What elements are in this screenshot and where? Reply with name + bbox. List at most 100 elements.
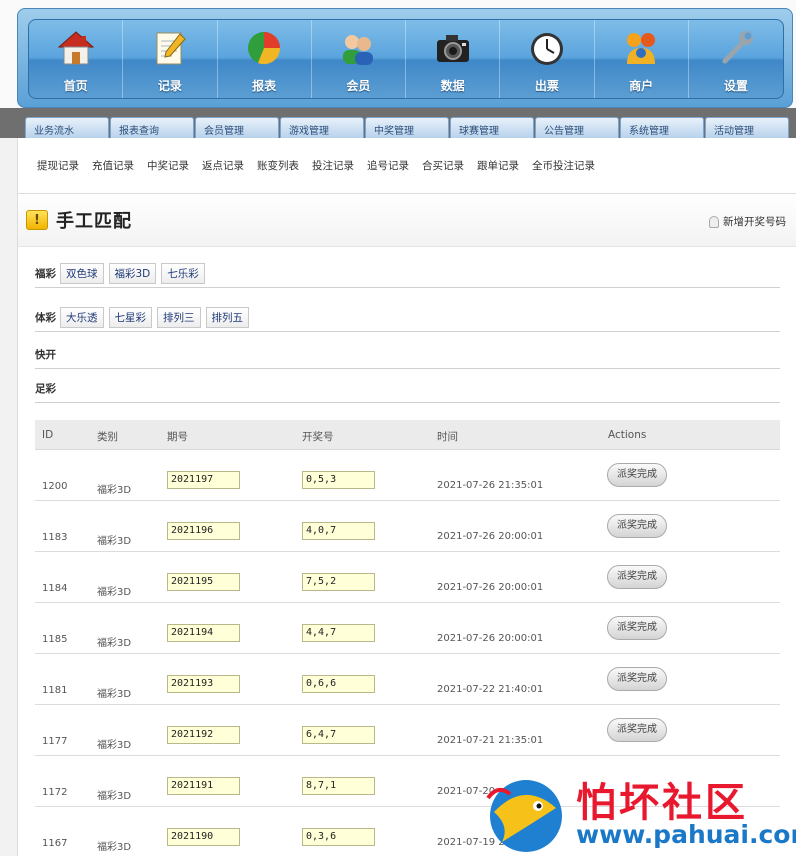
notepad-pencil-icon <box>156 32 186 65</box>
cell-time: 2021-07-26 20:00:01 <box>437 582 544 593</box>
subnav-winning-records[interactable]: 中奖记录 <box>147 158 189 173</box>
nav-item-settings[interactable]: 设置 <box>689 20 783 98</box>
draw-number-input[interactable]: 0,5,3 <box>302 471 375 489</box>
draw-number-input[interactable]: 6,4,7 <box>302 726 375 744</box>
draw-number-input[interactable]: 0,3,6 <box>302 828 375 846</box>
subnav-bet-records[interactable]: 投注记录 <box>312 158 354 173</box>
chip-fucai3d[interactable]: 福彩3D <box>108 262 157 284</box>
issue-input[interactable]: 2021194 <box>167 624 240 642</box>
sub-navigation: 提现记录 充值记录 中奖记录 返点记录 账变列表 投注记录 追号记录 合买记录 … <box>18 138 796 194</box>
draw-number-input[interactable]: 8,7,1 <box>302 777 375 795</box>
chip-daletou[interactable]: 大乐透 <box>60 306 104 328</box>
main-nav-bar: 首页 记录 报表 会员 数据 出票 商户 设置 <box>28 19 784 99</box>
payout-complete-button[interactable]: 派奖完成 <box>607 718 667 742</box>
nav-label-tickets: 出票 <box>534 79 559 93</box>
cell-id: 1181 <box>42 685 68 696</box>
issue-input[interactable]: 2021197 <box>167 471 240 489</box>
payout-complete-button[interactable]: 派奖完成 <box>607 565 667 589</box>
add-draw-number-label: 新增开奖号码 <box>723 216 786 228</box>
nav-item-records[interactable]: 记录 <box>123 20 218 98</box>
payout-complete-button[interactable]: 派奖完成 <box>607 667 667 691</box>
nav-label-records: 记录 <box>157 79 182 93</box>
exclamation-icon: ! <box>26 210 48 230</box>
cell-id: 1183 <box>42 532 68 543</box>
tab-prize-management[interactable]: 中奖管理 <box>365 117 449 138</box>
issue-input[interactable]: 2021196 <box>167 522 240 540</box>
subnav-withdrawal-records[interactable]: 提现记录 <box>37 158 79 173</box>
cell-id: 1177 <box>42 736 68 747</box>
chip-shuangseqiu[interactable]: 双色球 <box>60 262 104 284</box>
chip-qilecai[interactable]: 七乐彩 <box>161 262 205 284</box>
nav-item-reports[interactable]: 报表 <box>218 20 312 98</box>
watermark: 怕坏社区 www.pahuai.com <box>484 770 796 856</box>
users-icon <box>343 35 374 65</box>
tab-activity-management[interactable]: 活动管理 <box>705 117 789 138</box>
category-row-zucai: 足彩 <box>35 377 780 403</box>
table-row: 1184 福彩3D 2021195 7,5,2 2021-07-26 20:00:01 派… <box>35 552 780 603</box>
subnav-follow-records[interactable]: 跟单记录 <box>477 158 519 173</box>
cell-type: 福彩3D <box>97 485 132 496</box>
tab-bar: 业务流水 报表查询 会员管理 游戏管理 中奖管理 球赛管理 公告管理 系统管理 … <box>25 117 793 138</box>
nav-item-data[interactable]: 数据 <box>406 20 501 98</box>
cell-time: 2021-07-22 21:40:01 <box>437 684 544 695</box>
issue-input[interactable]: 2021193 <box>167 675 240 693</box>
main-nav: 首页 记录 报表 会员 数据 出票 商户 设置 <box>17 8 793 108</box>
nav-item-tickets[interactable]: 出票 <box>500 20 595 98</box>
issue-input[interactable]: 2021191 <box>167 777 240 795</box>
draw-number-input[interactable]: 4,4,7 <box>302 624 375 642</box>
chip-qixingcai[interactable]: 七星彩 <box>108 306 152 328</box>
nav-item-home[interactable]: 首页 <box>29 20 124 98</box>
category-row-kuaikai: 快开 <box>35 343 780 369</box>
subnav-balance-changes[interactable]: 账变列表 <box>257 158 299 173</box>
category-row-fucai: 福彩 双色球 福彩3D 七乐彩 <box>35 262 780 288</box>
subnav-deposit-records[interactable]: 充值记录 <box>92 158 134 173</box>
subnav-coin-bet-records[interactable]: 全币投注记录 <box>532 158 595 173</box>
tab-game-management[interactable]: 游戏管理 <box>280 117 364 138</box>
tab-announcement-management[interactable]: 公告管理 <box>535 117 619 138</box>
tab-system-management[interactable]: 系统管理 <box>620 117 704 138</box>
cell-time: 2021-07-26 20:00:01 <box>437 633 544 644</box>
cell-id: 1200 <box>42 481 68 492</box>
payout-complete-button[interactable]: 派奖完成 <box>607 514 667 538</box>
nav-item-members[interactable]: 会员 <box>312 20 406 98</box>
cell-type: 福彩3D <box>97 638 132 649</box>
header-id: ID <box>42 429 54 441</box>
lightbulb-icon <box>709 215 719 228</box>
add-draw-number-link[interactable]: 新增开奖号码 <box>709 214 786 229</box>
payout-complete-button[interactable]: 派奖完成 <box>607 616 667 640</box>
nav-label-members: 会员 <box>346 79 371 93</box>
clock-icon <box>530 33 563 65</box>
cell-type: 福彩3D <box>97 689 132 700</box>
header-draw-number: 开奖号 <box>302 431 334 443</box>
wrench-icon <box>722 31 753 64</box>
subnav-joint-purchase-records[interactable]: 合买记录 <box>422 158 464 173</box>
category-row-ticai: 体彩 大乐透 七星彩 排列三 排列五 <box>35 306 780 332</box>
home-icon <box>57 31 94 65</box>
category-label-ticai: 体彩 <box>35 311 56 324</box>
tab-report-query[interactable]: 报表查询 <box>110 117 194 138</box>
draw-number-input[interactable]: 0,6,6 <box>302 675 375 693</box>
payout-complete-button[interactable]: 派奖完成 <box>607 463 667 487</box>
issue-input[interactable]: 2021190 <box>167 828 240 846</box>
tab-member-management[interactable]: 会员管理 <box>195 117 279 138</box>
category-label-zucai[interactable]: 足彩 <box>35 381 60 396</box>
page-title: 手工匹配 <box>56 211 132 232</box>
table-row: 1183 福彩3D 2021196 4,0,7 2021-07-26 20:00:01 派… <box>35 501 780 552</box>
issue-input[interactable]: 2021195 <box>167 573 240 591</box>
cell-id: 1184 <box>42 583 68 594</box>
category-label-kuaikai[interactable]: 快开 <box>35 347 60 362</box>
cell-type: 福彩3D <box>97 740 132 751</box>
watermark-url: www.pahuai.com <box>576 820 796 849</box>
issue-input[interactable]: 2021192 <box>167 726 240 744</box>
subnav-rebate-records[interactable]: 返点记录 <box>202 158 244 173</box>
tab-match-management[interactable]: 球赛管理 <box>450 117 534 138</box>
chip-pailiesan[interactable]: 排列三 <box>157 306 201 328</box>
table-row: 1200 福彩3D 2021197 0,5,3 2021-07-26 21:35:01 派… <box>35 450 780 501</box>
header-type: 类别 <box>97 431 118 443</box>
draw-number-input[interactable]: 4,0,7 <box>302 522 375 540</box>
chip-pailiewu[interactable]: 排列五 <box>205 306 249 328</box>
subnav-chase-records[interactable]: 追号记录 <box>367 158 409 173</box>
tab-business-flow[interactable]: 业务流水 <box>25 117 109 138</box>
nav-item-merchants[interactable]: 商户 <box>595 20 689 98</box>
draw-number-input[interactable]: 7,5,2 <box>302 573 375 591</box>
